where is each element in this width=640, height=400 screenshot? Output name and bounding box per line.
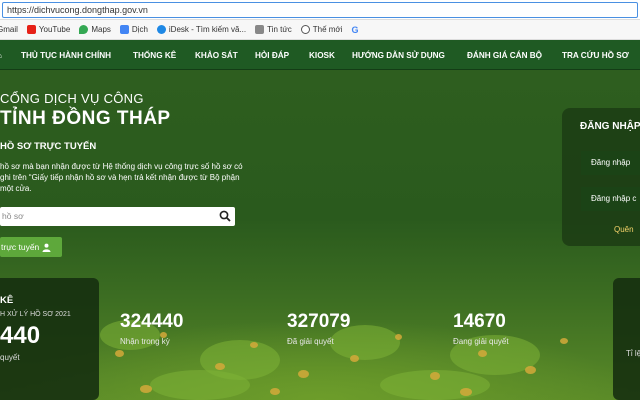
- flower-decoration: [215, 363, 225, 370]
- main-nav: ⌂ THỦ TỤC HÀNH CHÍNH THỐNG KÊ KHẢO SÁT H…: [0, 40, 640, 70]
- nav-item-khao-sat[interactable]: KHẢO SÁT: [195, 51, 238, 60]
- stat-resolved: 327079 Đã giải quyết: [287, 311, 350, 346]
- flower-decoration: [140, 385, 152, 393]
- section-subtitle: HỒ SƠ TRỰC TUYẾN: [0, 141, 97, 152]
- user-add-icon: [42, 243, 51, 252]
- bookmark-tintuc[interactable]: Tin tức: [255, 25, 292, 34]
- search-box: hồ sơ: [0, 207, 235, 226]
- idesk-icon: [156, 25, 166, 34]
- bookmark-label: Thế mới: [312, 25, 343, 34]
- portal-title-line2: TỈNH ĐỒNG THÁP: [0, 108, 171, 129]
- address-bar: https://dichvucong.dongthap.gov.vn: [0, 0, 640, 20]
- bookmark-idesk[interactable]: iDesk - Tìm kiếm vă...: [156, 25, 247, 34]
- nav-item-kiosk[interactable]: KIOSK: [309, 51, 335, 60]
- stat-value: 324440: [120, 311, 184, 332]
- rate-label: Tỉ lệ: [626, 349, 640, 358]
- section-description: hồ sơ mà bạn nhận được từ Hệ thống dịch …: [0, 162, 243, 193]
- bookmark-label: YouTube: [38, 25, 71, 34]
- stats-card-label: quyết: [0, 353, 20, 362]
- bookmark-gmail[interactable]: Gmail: [0, 25, 18, 34]
- url-input[interactable]: https://dichvucong.dongthap.gov.vn: [2, 2, 638, 18]
- login-panel: ĐĂNG NHẬP Đăng nhập Đăng nhập c Quên: [562, 108, 640, 246]
- stats-card-heading: KÊ: [0, 295, 14, 306]
- nav-item-thu-tuc[interactable]: THỦ TỤC HÀNH CHÍNH: [21, 51, 111, 60]
- bookmark-themoi[interactable]: Thế mới: [300, 25, 343, 34]
- maps-icon: [79, 25, 89, 34]
- nav-item-thong-ke[interactable]: THỐNG KÊ: [133, 51, 176, 60]
- bookmark-google[interactable]: G: [351, 25, 358, 35]
- stat-label: Nhận trong kỳ: [120, 337, 170, 346]
- bookmark-maps[interactable]: Maps: [79, 25, 111, 34]
- bookmark-label: Dịch: [131, 25, 148, 34]
- nav-item-tra-cuu[interactable]: TRA CỨU HỒ SƠ: [562, 51, 629, 60]
- stat-received: 324440 Nhận trong kỳ: [120, 311, 183, 346]
- flower-decoration: [350, 355, 359, 362]
- translate-icon: [119, 25, 129, 34]
- nav-home-icon[interactable]: ⌂: [0, 51, 2, 60]
- flower-decoration: [395, 334, 402, 340]
- stat-value: 14670: [453, 311, 506, 332]
- submit-online-button[interactable]: trực tuyến: [0, 237, 62, 257]
- bookmark-label: iDesk - Tìm kiếm vă...: [168, 25, 247, 34]
- flower-decoration: [560, 338, 568, 344]
- nav-item-hoi-dap[interactable]: HỎI ĐÁP: [255, 51, 289, 60]
- login-button[interactable]: Đăng nhập: [581, 151, 640, 175]
- nav-item-danh-gia[interactable]: ĐÁNH GIÁ CÁN BỘ: [467, 51, 542, 60]
- submit-online-label: trực tuyến: [1, 242, 40, 252]
- flower-decoration: [460, 388, 472, 396]
- flower-decoration: [115, 350, 124, 357]
- bookmark-youtube[interactable]: YouTube: [26, 25, 71, 34]
- stats-summary-card: KÊ H XỬ LÝ HỒ SƠ 2021 440 quyết: [0, 278, 99, 400]
- portal-title-line1: CỔNG DỊCH VỤ CÔNG: [0, 91, 144, 106]
- bookmark-label: Maps: [91, 25, 111, 34]
- news-icon: [255, 25, 265, 34]
- leaf-decoration: [150, 370, 250, 400]
- forgot-password-link[interactable]: Quên: [614, 225, 634, 234]
- nav-item-huong-dan[interactable]: HƯỚNG DẪN SỬ DỤNG: [352, 51, 445, 60]
- flower-decoration: [298, 370, 309, 378]
- google-icon: G: [351, 24, 359, 35]
- flower-decoration: [430, 372, 440, 380]
- search-icon[interactable]: [219, 210, 231, 222]
- flower-decoration: [270, 388, 280, 395]
- stat-pending: 14670 Đang giải quyết: [453, 311, 509, 346]
- rate-card: Tỉ lệ: [613, 278, 640, 400]
- stat-value: 327079: [287, 311, 351, 332]
- bookmark-translate[interactable]: Dịch: [119, 25, 148, 34]
- stats-card-number: 440: [0, 322, 41, 349]
- hero-banner: CỔNG DỊCH VỤ CÔNG TỈNH ĐỒNG THÁP HỒ SƠ T…: [0, 70, 640, 400]
- login-heading: ĐĂNG NHẬP: [580, 121, 640, 132]
- login-alt-button[interactable]: Đăng nhập c: [581, 187, 640, 211]
- stats-card-subheading: H XỬ LÝ HỒ SƠ 2021: [0, 311, 71, 318]
- stat-label: Đã giải quyết: [287, 337, 334, 346]
- flower-decoration: [478, 350, 487, 357]
- globe-icon: [300, 25, 310, 34]
- youtube-icon: [26, 25, 36, 34]
- flower-decoration: [250, 342, 258, 348]
- flower-decoration: [525, 366, 536, 374]
- bookmark-label: Gmail: [0, 25, 18, 34]
- stat-label: Đang giải quyết: [453, 337, 509, 346]
- bookmarks-bar: Gmail YouTube Maps Dịch iDesk - Tìm kiếm…: [0, 20, 640, 40]
- search-input[interactable]: hồ sơ: [2, 211, 24, 221]
- bookmark-label: Tin tức: [267, 25, 292, 34]
